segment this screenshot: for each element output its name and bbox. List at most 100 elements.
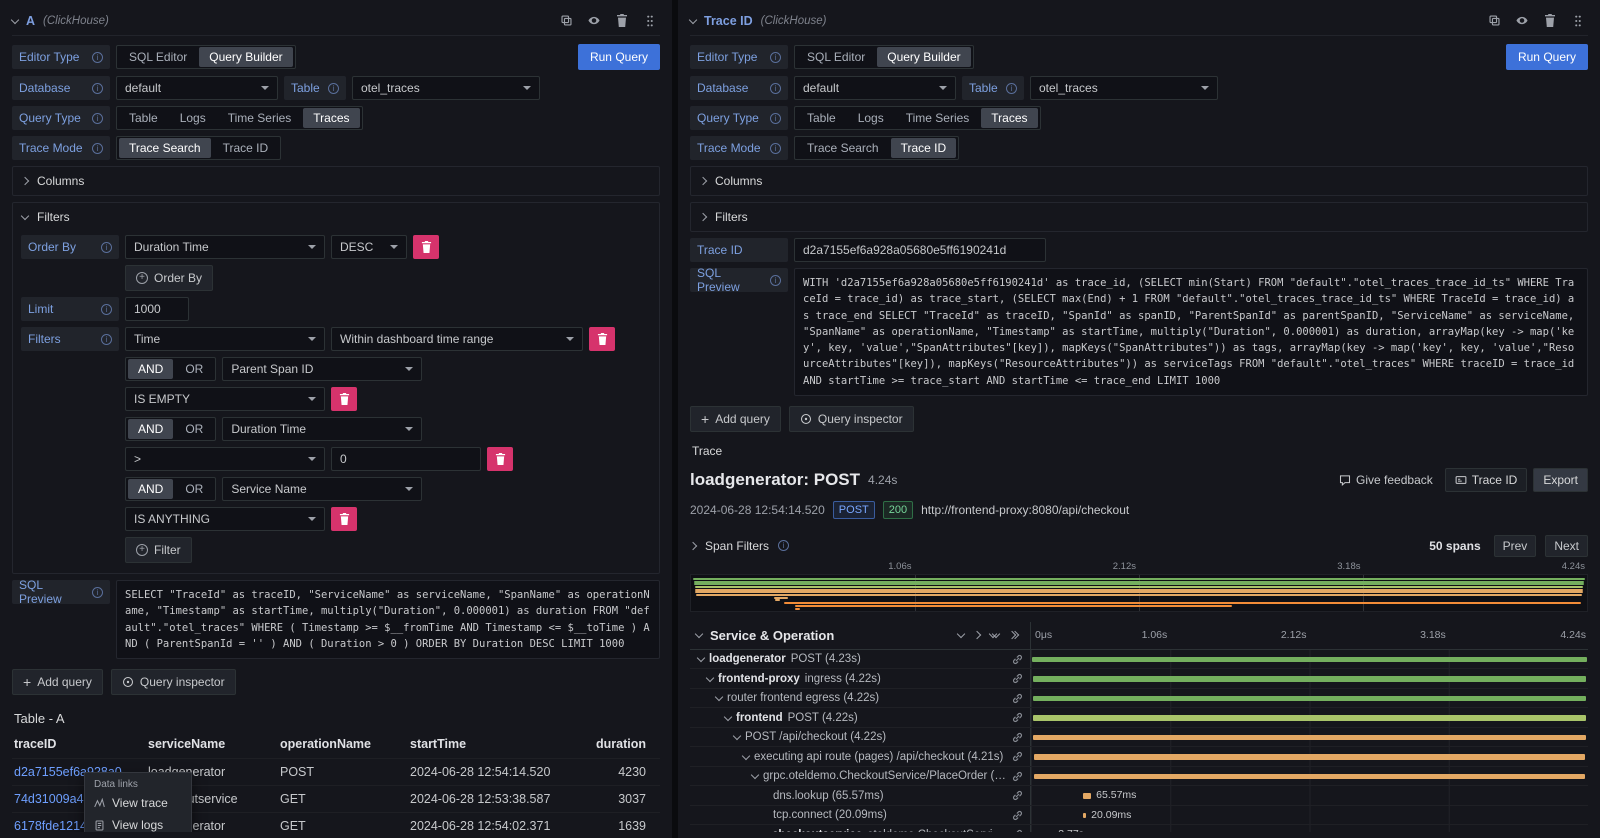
span-link-icon[interactable]: [1012, 654, 1030, 665]
option-trace-search[interactable]: Trace Search: [797, 138, 889, 158]
option-table[interactable]: Table: [797, 108, 846, 128]
filter-operator-select[interactable]: Within dashboard time range: [331, 327, 583, 351]
limit-input[interactable]: 1000: [125, 297, 189, 321]
and-or-toggle[interactable]: ANDOR: [125, 357, 216, 381]
info-icon[interactable]: i: [92, 52, 103, 63]
span-row[interactable]: tcp.connect (20.09ms)20.09ms: [690, 806, 1588, 826]
option-or[interactable]: OR: [175, 479, 213, 499]
span-row[interactable]: grpc.oteldemo.CheckoutService/PlaceOrder…: [690, 767, 1588, 787]
query-inspector-button[interactable]: Query inspector: [789, 406, 914, 432]
span-link-icon[interactable]: [1012, 673, 1030, 684]
delete-filter-button[interactable]: [487, 447, 513, 471]
option-trace-id[interactable]: Trace ID: [213, 138, 279, 158]
remove-filter-button[interactable]: [589, 327, 615, 351]
export-button[interactable]: Export: [1533, 468, 1588, 492]
span-link-icon[interactable]: [1012, 751, 1030, 762]
hide-response-eye-icon[interactable]: [584, 11, 604, 31]
delete-query-icon[interactable]: [1540, 11, 1560, 31]
filters-collapse-header[interactable]: Filters: [691, 203, 1587, 231]
span-link-icon[interactable]: [1012, 810, 1030, 821]
option-and[interactable]: AND: [128, 419, 173, 439]
info-icon[interactable]: i: [770, 113, 781, 124]
table-select[interactable]: otel_traces: [1030, 76, 1218, 100]
filter-field-select[interactable]: Parent Span ID: [222, 357, 422, 381]
add-query-button[interactable]: +Add query: [12, 669, 103, 695]
filter-field-select[interactable]: Duration Time: [222, 417, 422, 441]
collapse-chevron-icon[interactable]: [697, 654, 705, 662]
filter-field-select[interactable]: Service Name: [222, 477, 422, 501]
filter-value-input[interactable]: 0: [331, 447, 481, 471]
column-header-startTime[interactable]: startTime: [408, 730, 580, 759]
and-or-toggle[interactable]: ANDOR: [125, 477, 216, 501]
trace-mode-toggle[interactable]: Trace SearchTrace ID: [116, 136, 281, 160]
span-link-icon[interactable]: [1012, 790, 1030, 801]
info-icon[interactable]: i: [1006, 83, 1017, 94]
filter-field-select[interactable]: Time: [125, 327, 325, 351]
prev-span-button[interactable]: Prev: [1494, 535, 1537, 557]
query-type-toggle[interactable]: TableLogsTime SeriesTraces: [794, 106, 1041, 130]
collapse-chevron-icon[interactable]: [751, 771, 759, 779]
option-and[interactable]: AND: [128, 479, 173, 499]
and-or-toggle[interactable]: ANDOR: [125, 417, 216, 441]
option-table[interactable]: Table: [119, 108, 168, 128]
info-icon[interactable]: i: [101, 304, 112, 315]
delete-filter-button[interactable]: [331, 507, 357, 531]
editor-type-toggle[interactable]: SQL EditorQuery Builder: [794, 45, 974, 69]
add-filter-button[interactable]: +Filter: [125, 537, 192, 563]
span-link-icon[interactable]: [1012, 829, 1030, 832]
expand-one-icon[interactable]: [973, 631, 981, 639]
collapse-chevron-icon[interactable]: [689, 15, 697, 23]
span-link-icon[interactable]: [1012, 693, 1030, 704]
span-row[interactable]: POST /api/checkout (4.22s): [690, 728, 1588, 748]
chevron-down-icon[interactable]: [695, 630, 703, 638]
duplicate-query-icon[interactable]: [1484, 11, 1504, 31]
collapse-chevron-icon[interactable]: [715, 693, 723, 701]
option-traces[interactable]: Traces: [981, 108, 1037, 128]
span-link-icon[interactable]: [1012, 712, 1030, 723]
collapse-chevron-icon[interactable]: [11, 15, 19, 23]
option-or[interactable]: OR: [175, 419, 213, 439]
info-icon[interactable]: i: [101, 242, 112, 253]
span-bar[interactable]: [1033, 676, 1587, 682]
span-bar[interactable]: [1033, 715, 1586, 721]
info-icon[interactable]: i: [92, 113, 103, 124]
span-link-icon[interactable]: [1012, 732, 1030, 743]
database-select[interactable]: default: [794, 76, 956, 100]
run-query-button[interactable]: Run Query: [578, 44, 660, 70]
query-type-toggle[interactable]: TableLogsTime SeriesTraces: [116, 106, 363, 130]
span-bar[interactable]: [1033, 696, 1587, 702]
table-select[interactable]: otel_traces: [352, 76, 540, 100]
option-or[interactable]: OR: [175, 359, 213, 379]
view-logs-menu-item[interactable]: View logs: [85, 814, 191, 832]
run-query-button[interactable]: Run Query: [1506, 44, 1588, 70]
trace-mode-toggle[interactable]: Trace SearchTrace ID: [794, 136, 959, 160]
span-row[interactable]: frontendPOST (4.22s): [690, 708, 1588, 728]
view-trace-menu-item[interactable]: View trace: [85, 792, 191, 814]
option-and[interactable]: AND: [128, 359, 173, 379]
info-icon[interactable]: i: [770, 275, 781, 286]
remove-order-by-button[interactable]: [413, 235, 439, 259]
info-icon[interactable]: i: [770, 143, 781, 154]
expand-all-icon[interactable]: [1009, 632, 1018, 638]
span-row[interactable]: router frontend egress (4.22s): [690, 689, 1588, 709]
columns-collapse-header[interactable]: Columns: [13, 167, 659, 195]
info-icon[interactable]: i: [101, 334, 112, 345]
editor-type-toggle[interactable]: SQL EditorQuery Builder: [116, 45, 296, 69]
collapse-chevron-icon[interactable]: [706, 673, 714, 681]
column-header-operationName[interactable]: operationName: [278, 730, 408, 759]
option-logs[interactable]: Logs: [170, 108, 216, 128]
filters-collapse-header[interactable]: Filters: [13, 203, 659, 231]
span-bar[interactable]: [1083, 813, 1086, 819]
option-query-builder[interactable]: Query Builder: [877, 47, 970, 67]
option-traces[interactable]: Traces: [303, 108, 359, 128]
add-order-by-button[interactable]: +Order By: [125, 265, 213, 291]
hide-response-eye-icon[interactable]: [1512, 11, 1532, 31]
option-sql-editor[interactable]: SQL Editor: [119, 47, 197, 67]
trace-minimap[interactable]: [690, 574, 1588, 612]
option-trace-id[interactable]: Trace ID: [891, 138, 957, 158]
option-time-series[interactable]: Time Series: [896, 108, 980, 128]
add-query-button[interactable]: +Add query: [690, 406, 781, 432]
span-row[interactable]: frontend-proxyingress (4.22s): [690, 669, 1588, 689]
database-select[interactable]: default: [116, 76, 278, 100]
drag-handle-icon[interactable]: [640, 11, 660, 31]
